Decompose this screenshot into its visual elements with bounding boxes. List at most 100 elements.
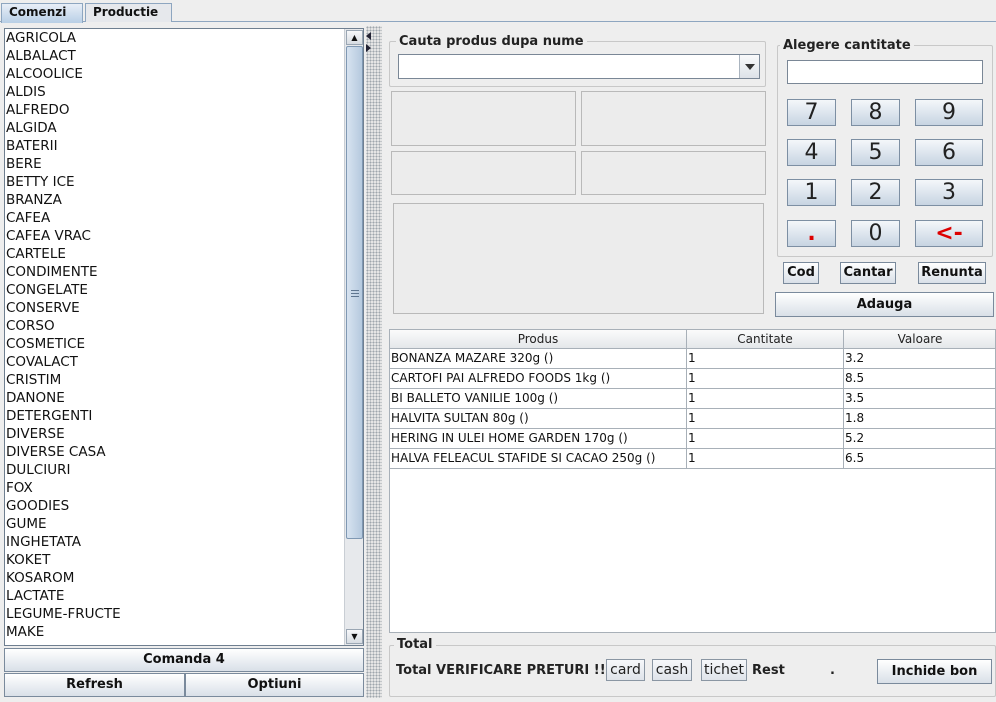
table-row[interactable]: BONANZA MAZARE 320g () 1 3.2 [390, 349, 995, 369]
cell-valoare: 8.5 [844, 369, 995, 389]
cash-button[interactable]: cash [652, 659, 692, 681]
cod-button[interactable]: Cod [783, 262, 819, 284]
cell-valoare: 6.5 [844, 449, 995, 469]
category-list-item[interactable]: CAFEA VRAC [5, 227, 343, 245]
key-0[interactable]: 0 [851, 220, 900, 247]
rest-value: . [830, 663, 835, 678]
category-list-item[interactable]: DETERGENTI [5, 407, 343, 425]
product-panel[interactable] [391, 151, 576, 195]
category-list-item[interactable]: BERE [5, 155, 343, 173]
category-list-item[interactable]: LEGUME-FRUCTE [5, 605, 343, 623]
refresh-button[interactable]: Refresh [4, 673, 185, 697]
scroll-grip-line [351, 293, 359, 294]
tab-comenzi[interactable]: Comenzi [1, 3, 83, 23]
scroll-thumb[interactable] [346, 46, 363, 539]
tichet-button[interactable]: tichet [701, 659, 747, 681]
category-list-item[interactable]: ALFREDO [5, 101, 343, 119]
scroll-down-button[interactable]: ▼ [346, 629, 363, 644]
table-row[interactable]: BI BALLETO VANILIE 100g () 1 3.5 [390, 389, 995, 409]
key-9[interactable]: 9 [915, 99, 983, 126]
key-7[interactable]: 7 [787, 99, 836, 126]
optiuni-button[interactable]: Optiuni [185, 673, 364, 697]
app-window: Comenzi Productie AGRICOLA ALBALACT ALCOOL… [0, 0, 996, 702]
category-list-item[interactable]: ALBALACT [5, 47, 343, 65]
collapse-right-icon[interactable] [366, 44, 371, 52]
category-list-item[interactable]: KOSAROM [5, 569, 343, 587]
quantity-group-label: Alegere cantitate [780, 39, 914, 53]
category-list-item[interactable]: DIVERSE [5, 425, 343, 443]
product-search-combo[interactable] [398, 54, 760, 79]
cantar-button[interactable]: Cantar [840, 262, 896, 284]
key-5[interactable]: 5 [851, 139, 900, 166]
column-header-valoare[interactable]: Valoare [844, 330, 995, 349]
category-list-item[interactable]: LACTATE [5, 587, 343, 605]
table-row[interactable]: HALVITA SULTAN 80g () 1 1.8 [390, 409, 995, 429]
category-list[interactable]: AGRICOLA ALBALACT ALCOOLICE ALDIS ALFREDO ALG… [4, 28, 364, 646]
column-header-produs[interactable]: Produs [390, 330, 687, 349]
category-list-item[interactable]: COVALACT [5, 353, 343, 371]
category-list-item[interactable]: DULCIURI [5, 461, 343, 479]
tab-productie[interactable]: Productie [85, 3, 172, 22]
category-list-scrollbar[interactable]: ▲ ▼ [344, 29, 363, 645]
scroll-up-button[interactable]: ▲ [346, 30, 363, 45]
category-list-item[interactable]: COSMETICE [5, 335, 343, 353]
column-header-cantitate[interactable]: Cantitate [687, 330, 844, 349]
category-list-item[interactable]: KOKET [5, 551, 343, 569]
key-8[interactable]: 8 [851, 99, 900, 126]
key-4[interactable]: 4 [787, 139, 836, 166]
key-6[interactable]: 6 [915, 139, 983, 166]
category-list-item[interactable]: AGRICOLA [5, 29, 343, 47]
category-list-item[interactable]: BATERII [5, 137, 343, 155]
renunta-button[interactable]: Renunta [918, 262, 986, 284]
category-list-item[interactable]: CAFEA [5, 209, 343, 227]
category-list-item[interactable]: FOX [5, 479, 343, 497]
table-row[interactable]: CARTOFI PAI ALFREDO FOODS 1kg () 1 8.5 [390, 369, 995, 389]
split-pane-divider[interactable] [366, 26, 382, 698]
key-2[interactable]: 2 [851, 179, 900, 206]
category-list-item[interactable]: ALGIDA [5, 119, 343, 137]
key-backspace[interactable]: <- [915, 220, 983, 247]
product-panel[interactable] [581, 91, 766, 146]
category-list-item[interactable]: CONGELATE [5, 281, 343, 299]
category-list-item[interactable]: ALCOOLICE [5, 65, 343, 83]
collapse-left-icon[interactable] [366, 32, 371, 40]
rest-label: Rest [752, 663, 785, 678]
cell-produs: HALVA FELEACUL STAFIDE SI CACAO 250g () [390, 449, 687, 469]
category-list-item[interactable]: CORSO [5, 317, 343, 335]
cell-cantitate: 1 [687, 349, 844, 369]
combo-dropdown-button[interactable] [739, 55, 759, 78]
category-list-item[interactable]: BRANZA [5, 191, 343, 209]
key-decimal[interactable]: . [787, 220, 836, 247]
table-row[interactable]: HERING IN ULEI HOME GARDEN 170g () 1 5.2 [390, 429, 995, 449]
category-list-item[interactable]: GUME [5, 515, 343, 533]
cell-cantitate: 1 [687, 449, 844, 469]
product-panel[interactable] [391, 91, 576, 146]
category-list-item[interactable]: CRISTIM [5, 371, 343, 389]
cell-cantitate: 1 [687, 369, 844, 389]
cell-cantitate: 1 [687, 389, 844, 409]
category-list-item[interactable]: CARTELE [5, 245, 343, 263]
chevron-down-icon [745, 64, 755, 70]
category-list-item[interactable]: DANONE [5, 389, 343, 407]
key-3[interactable]: 3 [915, 179, 983, 206]
category-list-item[interactable]: MAKE [5, 623, 343, 641]
category-list-item[interactable]: ALDIS [5, 83, 343, 101]
key-1[interactable]: 1 [787, 179, 836, 206]
order-table[interactable]: Produs Cantitate Valoare BONANZA MAZARE … [389, 329, 996, 633]
category-list-item[interactable]: CONDIMENTE [5, 263, 343, 281]
inchide-bon-button[interactable]: Inchide bon [877, 659, 992, 684]
table-row[interactable]: HALVA FELEACUL STAFIDE SI CACAO 250g () 1… [390, 449, 995, 469]
category-list-item[interactable]: GOODIES [5, 497, 343, 515]
adauga-button[interactable]: Adauga [775, 292, 994, 317]
category-list-item[interactable]: DIVERSE CASA [5, 443, 343, 461]
card-button[interactable]: card [606, 659, 645, 681]
product-detail-panel [393, 203, 764, 314]
category-list-item[interactable]: BETTY ICE [5, 173, 343, 191]
cell-produs: HALVITA SULTAN 80g () [390, 409, 687, 429]
cell-valoare: 5.2 [844, 429, 995, 449]
category-list-item[interactable]: INGHETATA [5, 533, 343, 551]
product-panel[interactable] [581, 151, 766, 195]
comanda-button[interactable]: Comanda 4 [4, 648, 364, 672]
category-list-item[interactable]: CONSERVE [5, 299, 343, 317]
quantity-input[interactable] [787, 60, 983, 84]
